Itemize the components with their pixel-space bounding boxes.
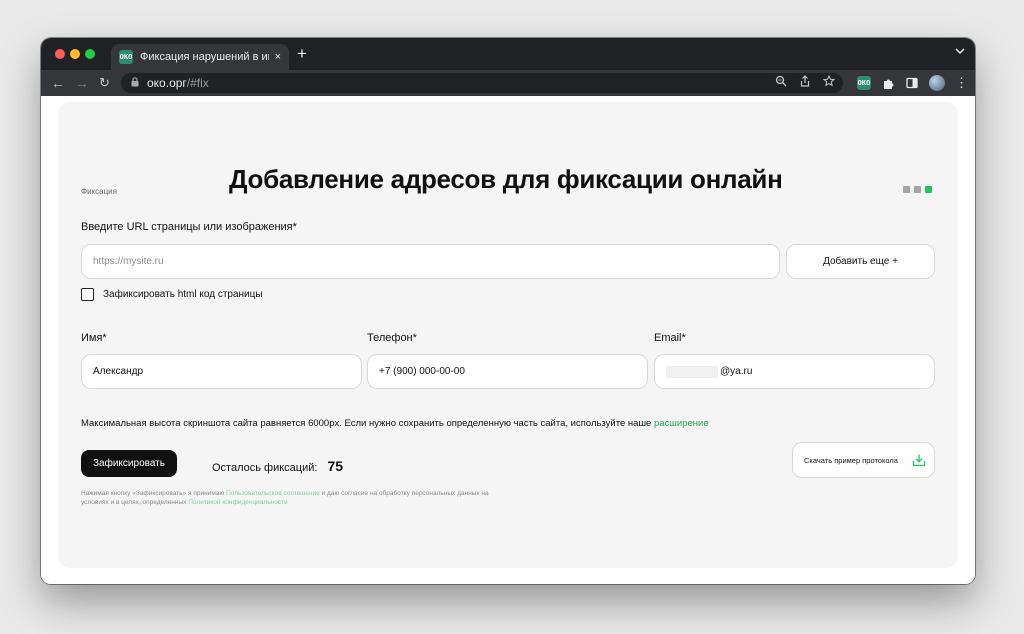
back-arrow-icon[interactable]: ← <box>51 74 65 92</box>
extension-link[interactable]: расширение <box>654 418 709 429</box>
step-1-indicator <box>903 186 910 193</box>
forward-arrow-icon[interactable]: → <box>75 74 89 92</box>
step-2-indicator <box>914 186 921 193</box>
tab-close-icon[interactable]: × <box>275 51 281 63</box>
address-bar[interactable]: око.орг/#fix <box>121 73 843 93</box>
lock-icon <box>131 77 139 89</box>
maximize-window-button[interactable] <box>85 49 95 59</box>
extensions-puzzle-icon[interactable] <box>881 76 895 90</box>
email-field-label: Email* <box>654 332 686 344</box>
tab-strip: ОКО Фиксация нарушений в интер × + <box>41 38 975 70</box>
zoom-icon[interactable] <box>775 75 787 90</box>
site-favicon-icon: ОКО <box>119 50 133 64</box>
download-sample-label: Скачать пример протокола <box>804 455 898 465</box>
profile-avatar[interactable] <box>929 75 945 91</box>
name-field-label: Имя* <box>81 332 107 344</box>
remaining-count: 75 <box>327 458 344 474</box>
favicon-text: ОКО <box>119 53 133 61</box>
phone-input[interactable] <box>379 366 636 377</box>
active-tab[interactable]: ОКО Фиксация нарушений в интер × <box>111 44 289 70</box>
new-tab-button[interactable]: + <box>297 44 307 64</box>
email-redaction <box>666 365 718 378</box>
oko-extension-icon[interactable]: ОКО <box>857 76 871 90</box>
user-agreement-link[interactable]: Пользовательское соглашение <box>226 490 320 497</box>
step-indicator <box>903 186 932 193</box>
more-menu-icon[interactable]: ⋮ <box>955 75 968 91</box>
browser-window: ОКО Фиксация нарушений в интер × + ← → ↻… <box>41 38 975 584</box>
bookmark-star-icon[interactable] <box>822 74 836 90</box>
minimize-window-button[interactable] <box>70 49 80 59</box>
email-input-value: @ya.ru <box>720 366 753 377</box>
download-sample-button[interactable]: Скачать пример протокола <box>792 442 935 478</box>
tab-title: Фиксация нарушений в интер <box>140 51 269 63</box>
name-field-wrapper <box>81 354 362 389</box>
phone-field-label: Телефон* <box>367 332 417 344</box>
url-field-wrapper <box>81 244 780 279</box>
url-input[interactable] <box>93 256 768 267</box>
url-path: /#fix <box>186 76 209 90</box>
page-title: Добавление адресов для фиксации онлайн <box>229 164 783 194</box>
email-field-wrapper[interactable]: @ya.ru <box>654 354 935 389</box>
html-checkbox-row[interactable]: Зафиксировать html код страницы <box>81 288 263 301</box>
remaining-label: Осталось фиксаций: <box>212 462 318 474</box>
privacy-policy-link[interactable]: Политикой конфиденциальности <box>188 499 287 506</box>
name-input[interactable] <box>93 366 350 377</box>
url-field-label: Введите URL страницы или изображения* <box>81 221 297 233</box>
add-more-button[interactable]: Добавить еще + <box>786 244 935 279</box>
browser-toolbar: ← → ↻ око.орг/#fix ОКО ⋮ <box>41 70 975 96</box>
tab-search-chevron-icon[interactable] <box>955 47 965 58</box>
share-icon[interactable] <box>799 75 811 90</box>
html-checkbox-label: Зафиксировать html код страницы <box>103 289 263 300</box>
fixation-form-card: Фиксация Добавление адресов для фиксации… <box>58 102 958 568</box>
note-text: Максимальная высота скриншота сайта равн… <box>81 418 654 429</box>
reload-icon[interactable]: ↻ <box>99 74 110 92</box>
remaining-fixations: Осталось фиксаций: 75 <box>212 458 343 474</box>
html-checkbox[interactable] <box>81 288 94 301</box>
phone-field-wrapper <box>367 354 648 389</box>
page-viewport: Фиксация Добавление адресов для фиксации… <box>41 96 975 584</box>
submit-fix-button[interactable]: Зафиксировать <box>81 450 177 477</box>
url-host: око.орг <box>147 76 187 90</box>
step-3-indicator <box>925 186 932 193</box>
legal-consent-text: Нажимая кнопку «Зафиксировать» я принима… <box>81 489 501 507</box>
download-icon <box>912 453 926 467</box>
close-window-button[interactable] <box>55 49 65 59</box>
legal-prefix: Нажимая кнопку «Зафиксировать» я принима… <box>81 490 227 497</box>
screenshot-height-note: Максимальная высота скриншота сайта равн… <box>81 418 709 429</box>
side-panel-icon[interactable] <box>905 76 919 90</box>
breadcrumb[interactable]: Фиксация <box>81 187 117 196</box>
